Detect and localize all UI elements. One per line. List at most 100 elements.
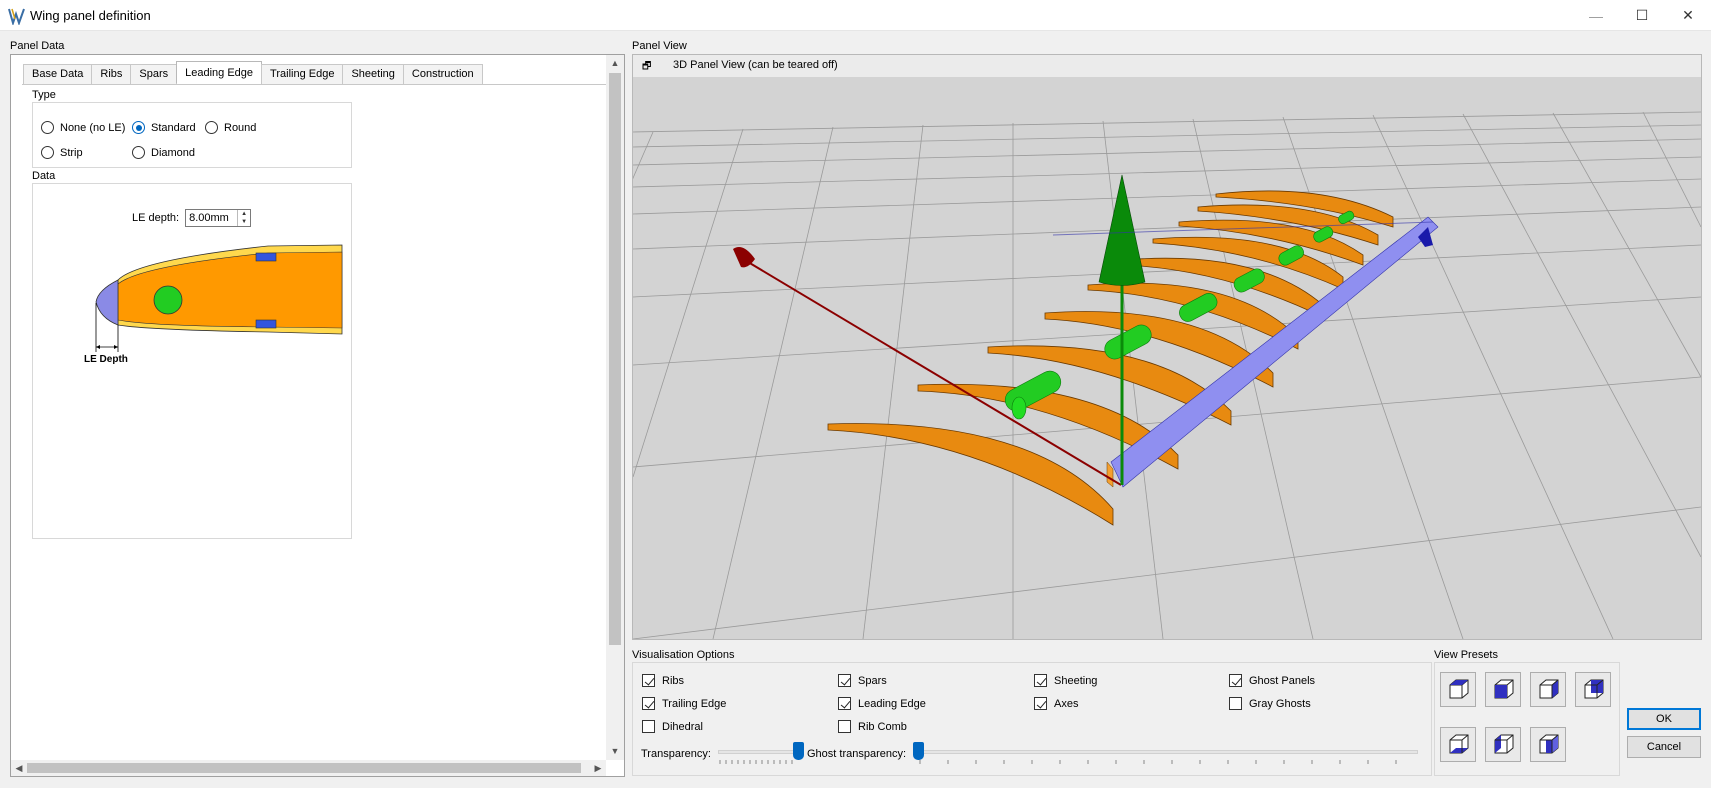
cube-back-icon xyxy=(1584,679,1604,698)
tab-leading-edge[interactable]: Leading Edge xyxy=(176,61,263,83)
restore-window-icon[interactable]: 🗗 xyxy=(642,59,651,76)
maximize-button[interactable]: ☐ xyxy=(1619,0,1665,31)
le-depth-spinbox[interactable]: 8.00mm ▲ ▼ xyxy=(185,209,252,227)
checkbox-axes-label: Axes xyxy=(1054,697,1079,710)
radio-strip-label: Strip xyxy=(60,146,83,159)
checkbox-ghost-panels-box[interactable] xyxy=(1229,674,1242,687)
radio-none[interactable]: None (no LE) xyxy=(41,121,125,134)
le-depth-row: LE depth: 8.00mm ▲ ▼ xyxy=(132,209,252,227)
transparency-label: Transparency: xyxy=(641,748,711,760)
checkbox-spars-box[interactable] xyxy=(838,674,851,687)
checkbox-rib-comb[interactable]: Rib Comb xyxy=(838,720,907,733)
checkbox-leading-edge-box[interactable] xyxy=(838,697,851,710)
radio-none-dot[interactable] xyxy=(41,121,54,134)
checkbox-ribs-box[interactable] xyxy=(642,674,655,687)
checkbox-rib-comb-box[interactable] xyxy=(838,720,851,733)
preset-back-view-button[interactable] xyxy=(1575,672,1611,707)
cube-side-icon xyxy=(1539,679,1559,698)
minimize-button[interactable]: — xyxy=(1573,0,1619,31)
checkbox-axes-box[interactable] xyxy=(1034,697,1047,710)
cancel-button[interactable]: Cancel xyxy=(1627,736,1701,758)
panel-data-label: Panel Data xyxy=(10,40,65,52)
checkbox-rib-comb-label: Rib Comb xyxy=(858,720,907,733)
ghost-transparency-slider-thumb[interactable] xyxy=(912,742,924,760)
ghost-transparency-ticks xyxy=(919,760,1397,764)
window-title: Wing panel definition xyxy=(30,8,151,23)
radio-round[interactable]: Round xyxy=(205,121,256,134)
spin-arrows-icon[interactable]: ▲ ▼ xyxy=(237,210,250,226)
type-group-title: Type xyxy=(32,89,59,101)
radio-diamond[interactable]: Diamond xyxy=(132,146,195,159)
preset-top-view-button[interactable] xyxy=(1440,672,1476,707)
3d-scene[interactable] xyxy=(633,77,1701,639)
radio-standard[interactable]: Standard xyxy=(132,121,196,134)
3d-viewport[interactable] xyxy=(633,77,1701,639)
ghost-transparency-slider[interactable] xyxy=(918,750,1418,754)
checkbox-dihedral[interactable]: Dihedral xyxy=(642,720,703,733)
le-depth-caption: LE Depth xyxy=(84,354,128,365)
checkbox-gray-ghosts-label: Gray Ghosts xyxy=(1249,697,1311,710)
checkbox-sheeting-label: Sheeting xyxy=(1054,674,1098,687)
cube-front-icon xyxy=(1494,679,1514,698)
cube-top-icon xyxy=(1449,679,1469,698)
checkbox-trailing-edge[interactable]: Trailing Edge xyxy=(642,697,726,710)
ok-button[interactable]: OK xyxy=(1627,708,1701,730)
radio-diamond-dot[interactable] xyxy=(132,146,145,159)
tab-construction[interactable]: Construction xyxy=(402,64,483,84)
checkbox-axes[interactable]: Axes xyxy=(1034,697,1078,710)
tab-base-data[interactable]: Base Data xyxy=(23,64,93,84)
scroll-left-icon[interactable]: ◀ xyxy=(11,760,27,776)
checkbox-leading-edge-label: Leading Edge xyxy=(858,697,926,710)
transparency-ticks xyxy=(719,760,793,764)
checkbox-ribs[interactable]: Ribs xyxy=(642,674,684,687)
leading-edge-diagram xyxy=(95,244,343,352)
view-header-text: 3D Panel View (can be teared off) xyxy=(673,59,838,71)
checkbox-gray-ghosts-box[interactable] xyxy=(1229,697,1242,710)
checkbox-ghost-panels[interactable]: Ghost Panels xyxy=(1229,674,1315,687)
horizontal-scrollbar[interactable]: ◀ ▶ xyxy=(11,760,606,776)
tab-trailing-edge[interactable]: Trailing Edge xyxy=(261,64,344,84)
horizontal-scroll-thumb[interactable] xyxy=(27,763,581,773)
preset-iso-view-button[interactable] xyxy=(1530,727,1566,762)
scroll-right-icon[interactable]: ▶ xyxy=(590,760,606,776)
tab-divider xyxy=(22,84,607,85)
le-depth-value[interactable]: 8.00mm xyxy=(189,212,229,224)
preset-left-view-button[interactable] xyxy=(1485,727,1521,762)
checkbox-ribs-label: Ribs xyxy=(662,674,685,687)
checkbox-sheeting[interactable]: Sheeting xyxy=(1034,674,1097,687)
preset-front-view-button[interactable] xyxy=(1485,672,1521,707)
close-button[interactable]: ✕ xyxy=(1665,0,1711,31)
vertical-scrollbar[interactable]: ▲ ▼ xyxy=(606,55,624,760)
checkbox-dihedral-box[interactable] xyxy=(642,720,655,733)
vertical-scroll-thumb[interactable] xyxy=(609,73,621,645)
radio-strip-dot[interactable] xyxy=(41,146,54,159)
checkbox-sheeting-box[interactable] xyxy=(1034,674,1047,687)
radio-round-dot[interactable] xyxy=(205,121,218,134)
radio-strip[interactable]: Strip xyxy=(41,146,83,159)
transparency-slider[interactable] xyxy=(718,750,798,754)
checkbox-dihedral-label: Dihedral xyxy=(662,720,703,733)
preset-bottom-view-button[interactable] xyxy=(1440,727,1476,762)
checkbox-spars[interactable]: Spars xyxy=(838,674,887,687)
radio-none-label: None (no LE) xyxy=(60,121,126,134)
cube-iso-icon xyxy=(1539,734,1559,753)
tab-bar: Base Data Ribs Spars Leading Edge Traili… xyxy=(23,61,483,84)
checkbox-trailing-edge-box[interactable] xyxy=(642,697,655,710)
radio-standard-dot[interactable] xyxy=(132,121,145,134)
ghost-transparency-label: Ghost transparency: xyxy=(807,748,907,760)
data-group-title: Data xyxy=(32,170,59,182)
scroll-up-icon[interactable]: ▲ xyxy=(606,55,624,72)
checkbox-gray-ghosts[interactable]: Gray Ghosts xyxy=(1229,697,1311,710)
checkbox-leading-edge[interactable]: Leading Edge xyxy=(838,697,926,710)
cube-left-icon xyxy=(1494,734,1514,753)
app-logo-icon xyxy=(8,8,25,25)
preset-side-view-button[interactable] xyxy=(1530,672,1566,707)
tab-ribs[interactable]: Ribs xyxy=(91,64,132,84)
scroll-down-icon[interactable]: ▼ xyxy=(606,743,624,760)
tab-spars[interactable]: Spars xyxy=(130,64,178,84)
transparency-slider-thumb[interactable] xyxy=(792,742,804,760)
title-bar: Wing panel definition — ☐ ✕ xyxy=(0,0,1711,31)
checkbox-ghost-panels-label: Ghost Panels xyxy=(1249,674,1316,687)
view-header: 🗗 3D Panel View (can be teared off) xyxy=(633,55,1701,77)
tab-sheeting[interactable]: Sheeting xyxy=(342,64,404,84)
